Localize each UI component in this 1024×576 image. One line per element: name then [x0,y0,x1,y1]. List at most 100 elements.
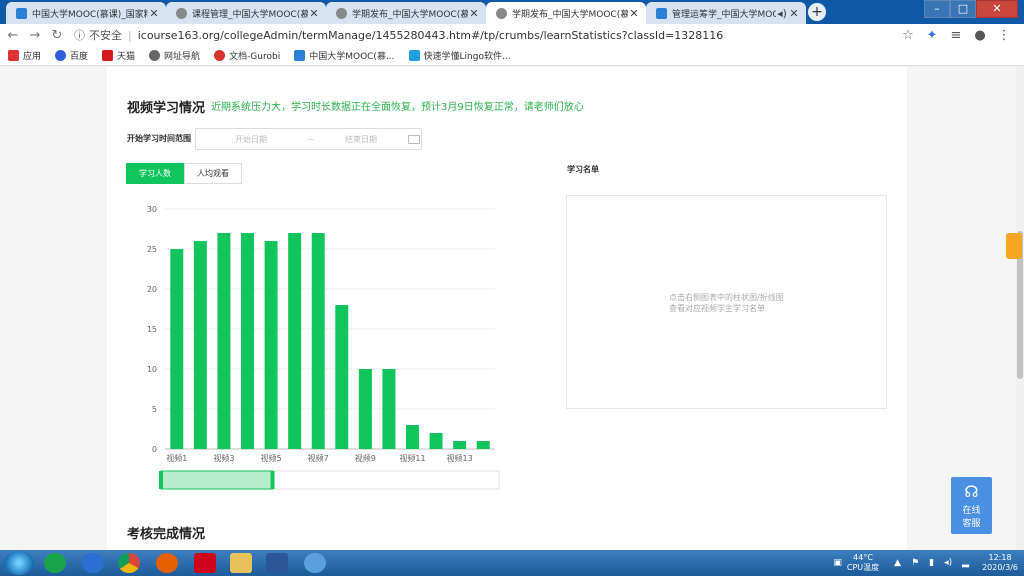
maximize-button[interactable]: □ [950,0,976,18]
bookmark-baidu[interactable]: 百度 [55,49,88,62]
forward-icon[interactable]: → [26,28,44,43]
ie-green-icon[interactable] [44,553,66,573]
bar-视频3[interactable] [217,233,231,449]
bar-视频7[interactable] [311,233,325,449]
browser-tab-5[interactable]: 管理运筹学_中国大学MOOC ◂) ✕ [646,2,806,24]
browser-tab-3[interactable]: 学期发布_中国大学MOOC(慕课) ✕ [326,2,486,24]
content-panel: 视频学习情况 近期系统压力大，学习时长数据正在全面恢复，预计3月9日恢复正常，请… [107,67,907,550]
bookmark-tmall[interactable]: 天猫 [102,49,135,62]
online-service-button[interactable]: ☊ 在线 客服 [951,477,992,534]
zoom-window[interactable] [160,470,274,490]
cpu-temp: 44°C CPU温度 [847,553,879,573]
close-icon[interactable]: ✕ [628,7,640,20]
close-icon[interactable]: ✕ [468,7,480,20]
windows-taskbar: ▣ 44°C CPU温度 ▲ ⚑ ▮ ◂) ▂ 12:18 2020/3/6 [0,550,1024,576]
start-button[interactable] [4,551,34,575]
power-icon[interactable]: ▮ [929,558,934,568]
gift-icon[interactable] [1006,233,1022,259]
bar-视频11[interactable] [406,425,419,449]
network-icon[interactable]: ▣ [833,558,842,568]
bookmark-gurobi[interactable]: 文档-Gurobi [214,49,280,62]
globe-icon [336,7,347,19]
star-icon[interactable]: ☆ [896,28,920,43]
cpu-temp-value: 44°C [853,553,873,562]
bookmark-label: 百度 [70,52,89,62]
youdao-icon[interactable] [194,553,216,573]
internet-explorer-icon[interactable] [82,553,104,573]
back-icon[interactable]: ← [4,28,22,43]
reading-list-icon[interactable]: ≡ [944,28,968,43]
bar-视频8[interactable] [335,305,349,449]
tab-avg-views[interactable]: 人均观看 [184,163,242,184]
zoom-handle-right[interactable] [270,471,275,489]
bar-视频1[interactable] [170,249,184,449]
url-text[interactable]: icourse163.org/collegeAdmin/termManage/1… [138,29,724,42]
cpu-temp-label: CPU温度 [846,563,880,572]
bookmark-apps[interactable]: 应用 [8,49,41,62]
globe-icon [176,7,187,19]
signal-icon[interactable]: ▂ [962,558,969,568]
zoom-handle-left[interactable] [159,471,163,489]
calendar-icon[interactable] [408,134,420,144]
volume-icon[interactable]: ◂) [944,558,952,568]
close-window-button[interactable]: ✕ [976,0,1018,18]
extension-icon[interactable]: ✦ [920,28,944,43]
toolbar-actions: ☆ ✦ ≡ ● ⋮ [896,28,1016,43]
show-hidden-icons-icon[interactable]: ▲ [894,558,901,568]
video-learners-bar-chart[interactable]: 0 5 10 15 20 25 30 视频1 视频3 视频5 视频7 视频9 视频11 视频13 [137,197,507,497]
date-range-picker[interactable]: 开始日期 ~ 结束日期 [195,128,422,150]
account-icon[interactable]: ● [968,28,992,43]
bar-视频2[interactable] [193,241,207,449]
address-bar[interactable]: ⓘ 不安全 | icourse163.org/collegeAdmin/term… [74,25,896,45]
page-scrollbar[interactable] [1016,67,1024,550]
bookmark-mooc[interactable]: 中国大学MOOC(慕... [294,49,395,62]
x-tick-label: 视频11 [399,453,425,463]
y-tick-label: 10 [147,365,157,374]
bar-视频9[interactable] [358,369,372,449]
system-notice: 近期系统压力大，学习时长数据正在全面恢复，预计3月9日恢复正常，请老师们放心 [211,102,584,113]
date-range-label: 开始学习时间范围 [127,134,191,143]
close-icon[interactable]: ✕ [308,7,320,20]
bar-视频12[interactable] [429,433,443,449]
service-label-1: 在线 [962,506,981,516]
minimize-button[interactable]: – [924,0,950,18]
folder-icon[interactable] [230,553,252,573]
list-hint-line2: 查看对应视频学生学习名单 [669,304,765,313]
tab-label: 中国大学MOOC(慕课)_国家精品 [32,9,148,20]
bar-视频5[interactable] [264,241,278,449]
chrome-icon[interactable] [118,553,140,573]
browser-tab-4-active[interactable]: 学期发布_中国大学MOOC(慕课) ✕ [486,2,646,24]
globe-icon [496,7,507,19]
tab-learners[interactable]: 学习人数 [126,163,184,184]
y-tick-label: 20 [147,285,157,294]
reload-icon[interactable]: ↻ [48,28,66,43]
bar-视频4[interactable] [241,233,254,449]
end-date-input[interactable]: 结束日期 [316,134,406,145]
baidu-icon [55,50,67,61]
close-icon[interactable]: ✕ [148,7,160,20]
firefox-icon[interactable] [156,553,178,573]
divider: | [128,28,132,42]
bar-视频14[interactable] [476,441,490,449]
info-icon[interactable]: ⓘ [74,27,85,43]
browser-tab-1[interactable]: 中国大学MOOC(慕课)_国家精品 ✕ [6,2,166,24]
tab-label: 学期发布_中国大学MOOC(慕课) [512,9,628,20]
browser-tab-strip: 中国大学MOOC(慕课)_国家精品 ✕ 课程管理_中国大学MOOC(慕课) ✕ … [0,0,1024,24]
menu-icon[interactable]: ⋮ [992,28,1016,43]
bookmark-nav[interactable]: 网址导航 [149,49,200,62]
browser-tab-2[interactable]: 课程管理_中国大学MOOC(慕课) ✕ [166,2,326,24]
close-icon[interactable]: ✕ [788,7,800,20]
flag-icon[interactable]: ⚑ [911,558,919,568]
start-date-input[interactable]: 开始日期 [196,134,306,145]
bar-视频10[interactable] [382,369,396,449]
bar-视频13[interactable] [453,441,467,449]
bar-视频6[interactable] [288,233,302,449]
app-icon[interactable] [304,553,326,573]
y-tick-label: 30 [147,205,157,214]
mooc-favicon-icon [294,50,306,61]
new-tab-button[interactable]: + [808,3,826,21]
bookmark-lingo[interactable]: 快速学懂Lingo软件... [408,49,511,62]
clock[interactable]: 12:18 2020/3/6 [982,553,1018,573]
word-icon[interactable] [266,553,288,573]
tmall-icon [102,50,114,61]
